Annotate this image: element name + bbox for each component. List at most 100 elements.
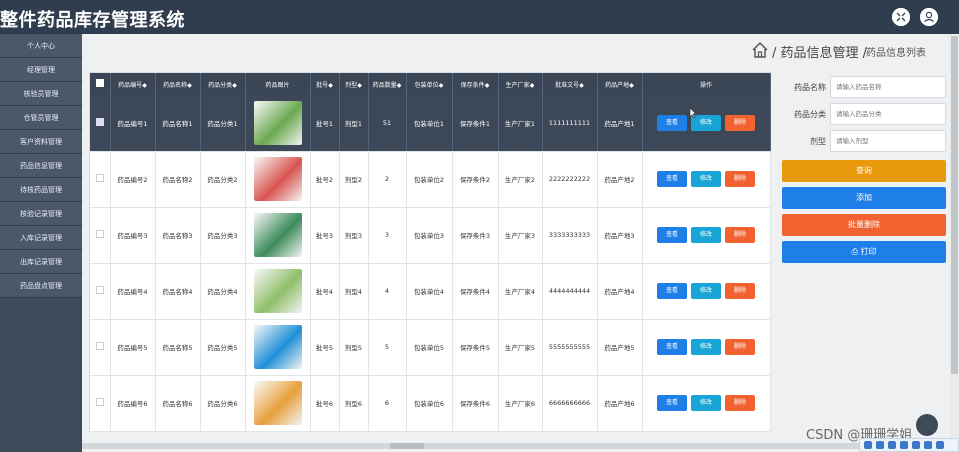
vertical-scroll-thumb[interactable]	[951, 36, 958, 374]
user-icon[interactable]	[920, 8, 938, 26]
home-icon[interactable]	[750, 40, 770, 60]
ime-lang-icon[interactable]	[876, 441, 884, 449]
fullscreen-icon[interactable]	[892, 8, 910, 26]
drug-name-input[interactable]	[830, 76, 946, 98]
row-checkbox[interactable]	[90, 319, 111, 376]
sidebar-item-manager[interactable]: 经理管理	[0, 58, 82, 82]
cell-maker: 生产厂家4	[498, 263, 543, 320]
sidebar-item-pending-drugs[interactable]: 待核药品管理	[0, 178, 82, 202]
edit-button[interactable]: 修改	[691, 395, 721, 411]
dosage-form-label: 剂型	[810, 137, 826, 146]
cell-form: 剂型5	[339, 319, 369, 376]
header-approval[interactable]: 批准文号◆	[542, 73, 598, 95]
ime-punct-icon[interactable]	[888, 441, 896, 449]
header-actions: 操作	[642, 73, 771, 95]
header-category[interactable]: 药品分类◆	[200, 73, 246, 95]
cell-name: 药品名称2	[155, 151, 201, 208]
view-button[interactable]: 查看	[657, 227, 687, 243]
ime-keyboard-icon[interactable]	[912, 441, 920, 449]
horizontal-scrollbar[interactable]	[82, 443, 952, 449]
delete-button[interactable]: 删除	[725, 227, 755, 243]
ime-skin-icon[interactable]	[924, 441, 932, 449]
ime-settings-icon[interactable]	[936, 441, 944, 449]
cell-maker: 生产厂家2	[498, 151, 543, 208]
sidebar-item-inbound-records[interactable]: 入库记录管理	[0, 226, 82, 250]
query-button[interactable]: 查询	[782, 160, 946, 182]
row-checkbox[interactable]	[90, 151, 111, 208]
header-form[interactable]: 剂型◆	[339, 73, 369, 95]
row-checkbox[interactable]	[90, 207, 111, 264]
batch-delete-button[interactable]: 批量删除	[782, 214, 946, 236]
sidebar-item-drug-info[interactable]: 药品信息管理	[0, 154, 82, 178]
dosage-form-input[interactable]	[830, 130, 946, 152]
cell-batch: 批号2	[310, 151, 340, 208]
cell-qty: 2	[368, 151, 407, 208]
cell-cat: 药品分类2	[200, 151, 246, 208]
horizontal-scroll-thumb[interactable]	[390, 443, 424, 449]
view-button[interactable]: 查看	[657, 171, 687, 187]
view-button[interactable]: 查看	[657, 114, 687, 131]
header-batch[interactable]: 批号◆	[310, 73, 340, 95]
sidebar-item-outbound-records[interactable]: 出库记录管理	[0, 250, 82, 274]
delete-button[interactable]: 删除	[725, 395, 755, 411]
breadcrumb-section: / 药品信息管理 /	[772, 46, 868, 61]
edit-button[interactable]: 修改	[691, 283, 721, 299]
header-unit[interactable]: 包装单位◆	[406, 73, 453, 95]
view-button[interactable]: 查看	[657, 395, 687, 411]
sidebar-item-profile[interactable]: 个人中心	[0, 34, 82, 58]
header-name[interactable]: 药品名称◆	[155, 73, 201, 95]
header-code[interactable]: 药品编号◆	[110, 73, 156, 95]
cell-cat: 药品分类1	[200, 95, 246, 152]
delete-button[interactable]: 删除	[725, 283, 755, 299]
header-quantity[interactable]: 药品数量◆	[368, 73, 407, 95]
select-all-checkbox[interactable]	[90, 73, 111, 95]
table-row[interactable]: 药品编号3 药品名称3 药品分类3 批号3 剂型3 3 包装单位3 保存条件3 生产厂家3 333…	[90, 207, 771, 264]
edit-button[interactable]: 修改	[691, 171, 721, 187]
row-actions: 查看 修改 删除	[642, 263, 771, 320]
delete-button[interactable]: 删除	[725, 339, 755, 355]
row-checkbox[interactable]	[90, 375, 111, 432]
table-row[interactable]: 药品编号4 药品名称4 药品分类4 批号4 剂型4 4 包装单位4 保存条件4 生产厂家4 444…	[90, 263, 771, 320]
header-origin[interactable]: 药品产地◆	[597, 73, 643, 95]
print-button[interactable]: ⎙ 打印	[782, 241, 946, 263]
app-title: 整件药品库存管理系统	[0, 10, 185, 31]
cell-approval: 4444444444	[542, 263, 598, 320]
table-header-row: 药品编号◆ 药品名称◆ 药品分类◆ 药品图片 批号◆ 剂型◆ 药品数量◆ 包装单…	[90, 73, 771, 95]
back-to-top-icon[interactable]	[916, 414, 938, 436]
cell-storage: 保存条件2	[452, 151, 499, 208]
cell-origin: 药品产地3	[597, 207, 643, 264]
sidebar-item-inspection-records[interactable]: 核验记录管理	[0, 202, 82, 226]
row-checkbox[interactable]	[90, 263, 111, 320]
sidebar-item-warehouse-keeper[interactable]: 仓管员管理	[0, 106, 82, 130]
view-button[interactable]: 查看	[657, 283, 687, 299]
cell-name: 药品名称1	[155, 95, 201, 152]
table-row[interactable]: 药品编号5 药品名称5 药品分类5 批号5 剂型5 5 包装单位5 保存条件5 生产厂家5 555…	[90, 319, 771, 376]
header-storage[interactable]: 保存条件◆	[452, 73, 499, 95]
sidebar-item-customer[interactable]: 客户资料管理	[0, 130, 82, 154]
edit-button[interactable]: 修改	[691, 227, 721, 243]
cell-approval: 1111111111	[542, 95, 598, 152]
ime-mic-icon[interactable]	[900, 441, 908, 449]
edit-button[interactable]: 修改	[691, 339, 721, 355]
table-row[interactable]: 药品编号2 药品名称2 药品分类2 批号2 剂型2 2 包装单位2 保存条件2 生产厂家2 222…	[90, 151, 771, 208]
table-row[interactable]: 药品编号6 药品名称6 药品分类6 批号6 剂型6 6 包装单位6 保存条件6 生产厂家6 666…	[90, 375, 771, 432]
header-maker[interactable]: 生产厂家◆	[498, 73, 543, 95]
cell-cat: 药品分类3	[200, 207, 246, 264]
drug-category-input[interactable]	[830, 103, 946, 125]
ime-logo-icon[interactable]	[864, 441, 872, 449]
cell-code: 药品编号3	[110, 207, 156, 264]
cell-maker: 生产厂家3	[498, 207, 543, 264]
cell-approval: 6666666666	[542, 375, 598, 432]
row-checkbox[interactable]	[90, 95, 111, 152]
delete-button[interactable]: 删除	[725, 171, 755, 187]
row-actions: 查看 修改 删除	[642, 95, 771, 152]
table-row[interactable]: 药品编号1 药品名称1 药品分类1 批号1 剂型1 51 包装单位1 保存条件1 生产厂家1 11…	[90, 95, 771, 152]
cell-form: 剂型6	[339, 375, 369, 432]
sidebar-item-inventory-check[interactable]: 药品盘点管理	[0, 274, 82, 298]
view-button[interactable]: 查看	[657, 339, 687, 355]
delete-button[interactable]: 删除	[725, 114, 755, 131]
cell-code: 药品编号5	[110, 319, 156, 376]
cell-batch: 批号5	[310, 319, 340, 376]
add-button[interactable]: 添加	[782, 187, 946, 209]
sidebar-item-inspector[interactable]: 核验员管理	[0, 82, 82, 106]
